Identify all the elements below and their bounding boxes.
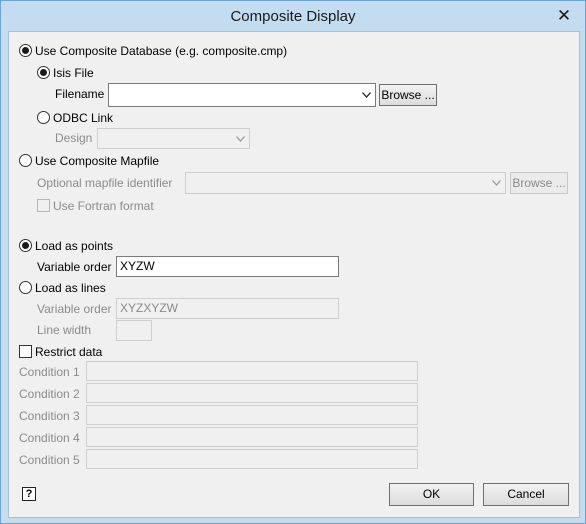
lines-variable-order-input[interactable]: XYZXYZW xyxy=(116,298,339,319)
odbc-link-radio[interactable] xyxy=(37,111,50,124)
odbc-link-label: ODBC Link xyxy=(53,111,114,125)
design-label: Design xyxy=(55,131,93,145)
ok-button[interactable]: OK xyxy=(389,483,474,506)
use-composite-database-radio[interactable] xyxy=(19,44,32,57)
dialog-title: Composite Display xyxy=(230,8,356,25)
line-width-input[interactable] xyxy=(116,320,152,341)
condition-3-input[interactable] xyxy=(86,405,418,425)
chevron-down-icon xyxy=(492,180,501,186)
mapfile-browse-button[interactable]: Browse ... xyxy=(510,172,568,194)
dialog-client-area: Use Composite Database (e.g. composite.c… xyxy=(8,31,580,518)
cancel-button[interactable]: Cancel xyxy=(483,483,569,506)
use-fortran-format-checkbox[interactable] xyxy=(37,199,50,212)
title-bar: Composite Display ✕ xyxy=(1,1,585,31)
load-as-points-radio[interactable] xyxy=(19,239,32,252)
use-fortran-format-label: Use Fortran format xyxy=(53,199,154,213)
restrict-data-label: Restrict data xyxy=(35,345,103,359)
points-variable-order-input[interactable]: XYZW xyxy=(116,256,339,277)
condition-1-label: Condition 1 xyxy=(19,365,80,379)
condition-5-label: Condition 5 xyxy=(19,453,80,467)
composite-display-dialog: Composite Display ✕ Use Composite Databa… xyxy=(0,0,586,524)
isis-file-radio[interactable] xyxy=(37,66,50,79)
mapfile-identifier-label: Optional mapfile identifier xyxy=(37,176,173,190)
condition-3-label: Condition 3 xyxy=(19,409,80,423)
restrict-data-checkbox[interactable] xyxy=(19,345,32,358)
line-width-label: Line width xyxy=(37,323,92,337)
use-composite-mapfile-radio[interactable] xyxy=(19,154,32,167)
design-combo[interactable] xyxy=(97,128,250,149)
filename-combo[interactable] xyxy=(108,83,376,107)
use-composite-mapfile-label: Use Composite Mapfile xyxy=(35,154,160,168)
load-as-lines-label: Load as lines xyxy=(35,281,106,295)
condition-5-input[interactable] xyxy=(86,449,418,469)
load-as-lines-radio[interactable] xyxy=(19,281,32,294)
chevron-down-icon xyxy=(236,135,245,142)
condition-4-input[interactable] xyxy=(86,427,418,447)
isis-file-label: Isis File xyxy=(53,66,94,80)
chevron-down-icon xyxy=(362,92,371,98)
points-variable-order-label: Variable order xyxy=(37,260,112,274)
filename-browse-button[interactable]: Browse ... xyxy=(379,84,437,106)
help-icon[interactable]: ? xyxy=(22,487,36,501)
condition-4-label: Condition 4 xyxy=(19,431,80,445)
condition-1-input[interactable] xyxy=(86,361,418,381)
condition-2-input[interactable] xyxy=(86,383,418,403)
mapfile-identifier-combo[interactable] xyxy=(185,172,506,194)
use-composite-database-label: Use Composite Database (e.g. composite.c… xyxy=(35,44,288,58)
lines-variable-order-label: Variable order xyxy=(37,302,112,316)
condition-2-label: Condition 2 xyxy=(19,387,80,401)
close-button[interactable]: ✕ xyxy=(555,7,573,24)
filename-label: Filename xyxy=(55,87,105,101)
load-as-points-label: Load as points xyxy=(35,239,114,253)
